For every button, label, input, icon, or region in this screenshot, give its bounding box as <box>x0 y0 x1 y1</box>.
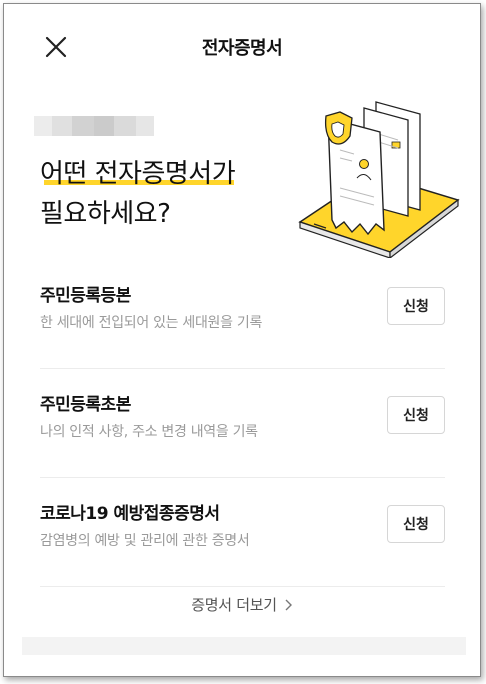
apply-button[interactable]: 신청 <box>387 505 445 543</box>
list-item: 주민등록등본 한 세대에 전입되어 있는 세대원을 기록 신청 <box>40 260 445 369</box>
hero-title-line1: 어떤 전자증명서가 <box>40 159 236 189</box>
document-description: 한 세대에 전입되어 있는 세대원을 기록 <box>40 315 263 331</box>
header: 전자증명서 <box>4 4 480 88</box>
certificate-illustration <box>280 92 460 260</box>
blurred-user-name <box>34 106 174 146</box>
apply-button[interactable]: 신청 <box>387 287 445 325</box>
hero-title: 어떤 전자증명서가 필요하세요? <box>40 154 236 234</box>
app-window: 전자증명서 어떤 전자증명서가 필요하세요? 주민등록등본 한 세대에 전입되어… <box>3 3 481 677</box>
page-title: 전자증명서 <box>201 38 283 59</box>
document-description: 감염병의 예방 및 관리에 관한 증명서 <box>40 533 250 549</box>
hero-title-line2: 필요하세요? <box>40 199 171 229</box>
more-certificates-label: 증명서 더보기 <box>191 596 277 614</box>
document-name: 코로나19 예방접종증명서 <box>40 504 220 524</box>
document-name: 주민등록초본 <box>40 395 131 415</box>
document-description: 나의 인적 사항, 주소 변경 내역을 기록 <box>40 424 258 440</box>
hero-title-line1-wrap: 어떤 전자증명서가 <box>40 154 236 194</box>
apply-button[interactable]: 신청 <box>387 396 445 434</box>
document-name: 주민등록등본 <box>40 286 131 306</box>
list-item: 주민등록초본 나의 인적 사항, 주소 변경 내역을 기록 신청 <box>40 369 445 478</box>
bottom-divider <box>22 637 466 655</box>
list-item: 코로나19 예방접종증명서 감염병의 예방 및 관리에 관한 증명서 신청 <box>40 478 445 587</box>
more-certificates-link[interactable]: 증명서 더보기 <box>4 594 480 615</box>
document-list: 주민등록등본 한 세대에 전입되어 있는 세대원을 기록 신청 주민등록초본 나… <box>40 260 445 587</box>
chevron-right-icon <box>285 599 292 611</box>
